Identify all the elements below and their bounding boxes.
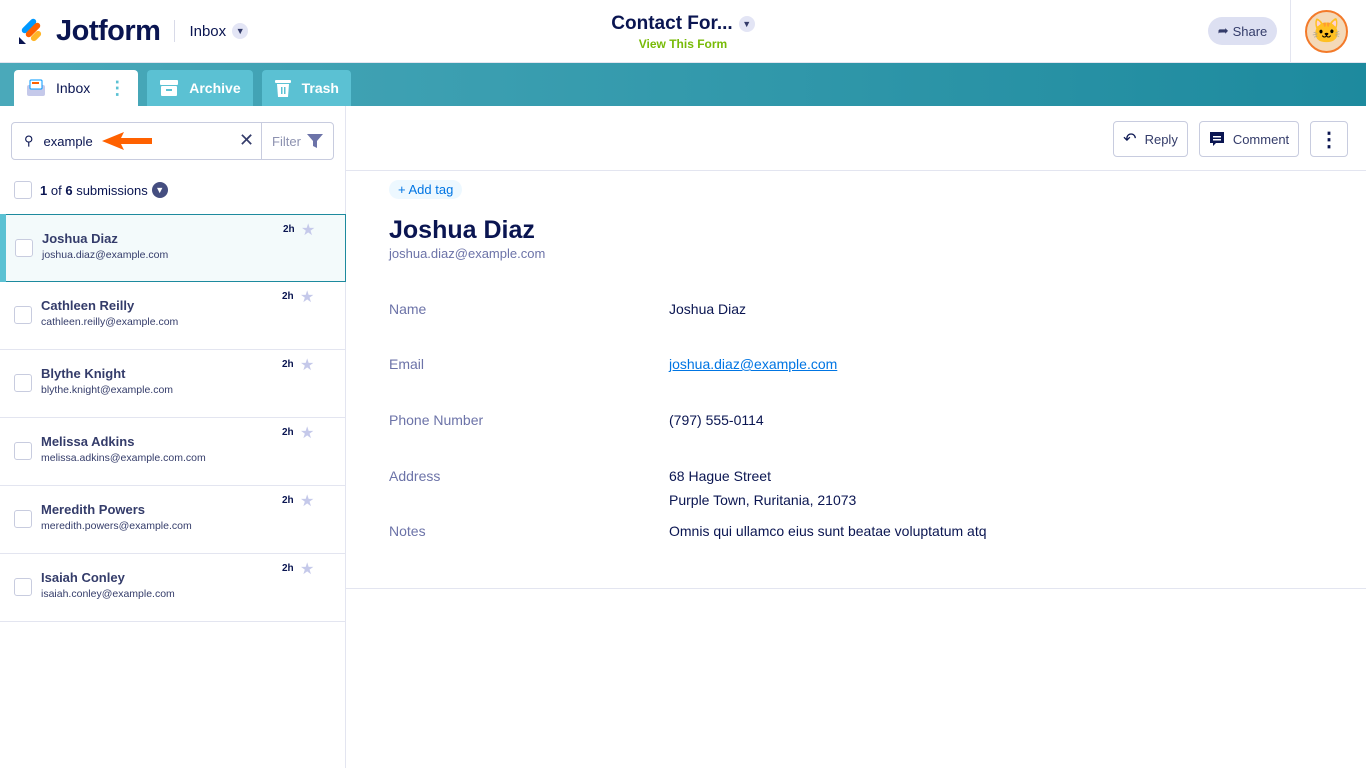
star-icon[interactable]: ★ xyxy=(300,355,314,375)
row-checkbox[interactable] xyxy=(14,578,32,596)
share-icon: ➦ xyxy=(1217,23,1229,38)
star-icon[interactable]: ★ xyxy=(300,491,314,511)
tab-archive[interactable]: Archive xyxy=(147,70,253,106)
time-ago: 2h xyxy=(282,427,294,438)
time-ago: 2h xyxy=(282,563,294,574)
form-title-dropdown[interactable]: Contact For... ▼ xyxy=(611,13,755,35)
tab-label: Archive xyxy=(189,80,241,96)
time-ago: 2h xyxy=(282,291,294,302)
filter-label: Filter xyxy=(272,133,301,149)
search-box: ⚲ ✕ Filter xyxy=(11,122,334,160)
comment-icon xyxy=(1209,132,1224,146)
select-all-checkbox[interactable] xyxy=(14,181,32,199)
row-checkbox[interactable] xyxy=(14,510,32,528)
trash-icon xyxy=(274,80,291,97)
star-icon[interactable]: ★ xyxy=(300,287,314,307)
search-icon: ⚲ xyxy=(24,133,34,148)
field-value-name: Joshua Diaz xyxy=(669,301,747,317)
star-icon[interactable]: ★ xyxy=(300,559,314,579)
time-ago: 2h xyxy=(282,359,294,370)
submission-list-panel: ⚲ ✕ Filter 1 of 6 submissions ▼ Joshua D… xyxy=(0,106,346,768)
submitter-name: Meredith Powers xyxy=(41,502,146,517)
tab-label: Trash xyxy=(301,80,339,96)
field-label-notes: Notes xyxy=(389,523,426,539)
field-label-phone: Phone Number xyxy=(389,412,484,428)
arrow-annotation-icon xyxy=(102,132,152,150)
submission-count: 1 of 6 submissions ▼ xyxy=(14,181,168,199)
field-value-email-link[interactable]: joshua.diaz@example.com xyxy=(669,352,837,376)
filter-button[interactable]: Filter xyxy=(261,123,333,159)
submitter-email: meredith.powers@example.com xyxy=(41,520,192,532)
submitter-email: melissa.adkins@example.com.com xyxy=(41,452,206,464)
star-icon[interactable]: ★ xyxy=(300,423,314,443)
divider xyxy=(346,588,1366,589)
field-label-name: Name xyxy=(389,301,427,317)
submission-list: Joshua Diaz joshua.diaz@example.com 2h ★ Ca… xyxy=(0,214,346,622)
list-item[interactable]: Isaiah Conley isaiah.conley@example.com 2h… xyxy=(0,554,346,622)
avatar[interactable]: 🐱 xyxy=(1305,10,1348,53)
action-bar: ↶ Reply Comment ⋮ xyxy=(346,106,1366,171)
submitter-email: blythe.knight@example.com xyxy=(41,384,174,396)
comment-label: Comment xyxy=(1232,131,1290,147)
submitter-email: joshua.diaz@example.com xyxy=(42,249,169,261)
row-checkbox[interactable] xyxy=(14,442,32,460)
submitter-name: Cathleen Reilly xyxy=(41,298,135,313)
reply-label: Reply xyxy=(1144,131,1178,147)
submitter-heading: Joshua Diaz xyxy=(389,216,535,244)
chevron-down-icon[interactable]: ▼ xyxy=(151,182,168,198)
submitter-name: Blythe Knight xyxy=(41,366,126,381)
add-tag-button[interactable]: + Add tag xyxy=(389,180,463,199)
list-item[interactable]: Melissa Adkins melissa.adkins@example.com… xyxy=(0,418,346,486)
time-ago: 2h xyxy=(283,224,295,235)
inbox-icon xyxy=(27,79,45,96)
more-options-button[interactable]: ⋮ xyxy=(1310,121,1348,157)
archive-icon xyxy=(160,80,179,96)
field-value-address-line2: Purple Town, Ruritania, 21073 xyxy=(669,492,857,508)
tab-bar: Inbox ⋮ Archive Trash xyxy=(0,63,1366,106)
count-current: 1 xyxy=(40,182,48,198)
comment-button[interactable]: Comment xyxy=(1199,121,1299,157)
field-label-email: Email xyxy=(389,356,425,372)
row-checkbox[interactable] xyxy=(14,306,32,324)
star-icon[interactable]: ★ xyxy=(301,220,315,240)
submission-detail: ↶ Reply Comment ⋮ + Add tag Joshua Diaz j… xyxy=(346,106,1366,589)
field-value-address-line1: 68 Hague Street xyxy=(669,468,771,484)
count-suffix: submissions xyxy=(76,182,148,198)
row-checkbox[interactable] xyxy=(15,239,33,257)
filter-icon xyxy=(306,134,323,148)
share-button[interactable]: ➦ Share xyxy=(1208,17,1277,45)
clear-search-icon[interactable]: ✕ xyxy=(239,130,254,151)
submitter-name: Melissa Adkins xyxy=(41,434,135,449)
field-value-phone: (797) 555-0114 xyxy=(669,412,764,428)
view-form-link[interactable]: View This Form xyxy=(0,37,1366,51)
list-item[interactable]: Blythe Knight blythe.knight@example.com 2h… xyxy=(0,350,346,418)
reply-button[interactable]: ↶ Reply xyxy=(1113,121,1188,157)
submitter-name: Isaiah Conley xyxy=(41,570,125,585)
list-item[interactable]: Joshua Diaz joshua.diaz@example.com 2h ★ xyxy=(0,214,346,282)
chevron-down-icon: ▼ xyxy=(738,16,755,32)
submitter-name: Joshua Diaz xyxy=(42,231,118,246)
tab-trash[interactable]: Trash xyxy=(261,70,351,106)
top-bar: Jotform Inbox ▼ Contact For... ▼ View Thi… xyxy=(0,0,1366,63)
more-vertical-icon[interactable]: ⋮ xyxy=(108,78,126,99)
submitter-email: cathleen.reilly@example.com xyxy=(41,316,179,328)
reply-icon: ↶ xyxy=(1123,131,1137,148)
form-title: Contact For... xyxy=(611,13,733,34)
submitter-email: isaiah.conley@example.com xyxy=(41,588,175,600)
list-item[interactable]: Cathleen Reilly cathleen.reilly@example.c… xyxy=(0,282,346,350)
tab-inbox[interactable]: Inbox ⋮ xyxy=(14,70,139,106)
share-label: Share xyxy=(1232,23,1268,39)
more-vertical-icon: ⋮ xyxy=(1319,128,1339,151)
submitter-email-heading: joshua.diaz@example.com xyxy=(389,246,546,261)
count-of: of xyxy=(50,182,62,198)
divider xyxy=(1290,0,1291,63)
count-total: 6 xyxy=(65,182,73,198)
row-checkbox[interactable] xyxy=(14,374,32,392)
list-item[interactable]: Meredith Powers meredith.powers@example.c… xyxy=(0,486,346,554)
field-label-address: Address xyxy=(389,468,441,484)
time-ago: 2h xyxy=(282,495,294,506)
field-value-notes: Omnis qui ullamco eius sunt beatae volup… xyxy=(669,523,987,539)
tab-label: Inbox xyxy=(56,80,91,96)
